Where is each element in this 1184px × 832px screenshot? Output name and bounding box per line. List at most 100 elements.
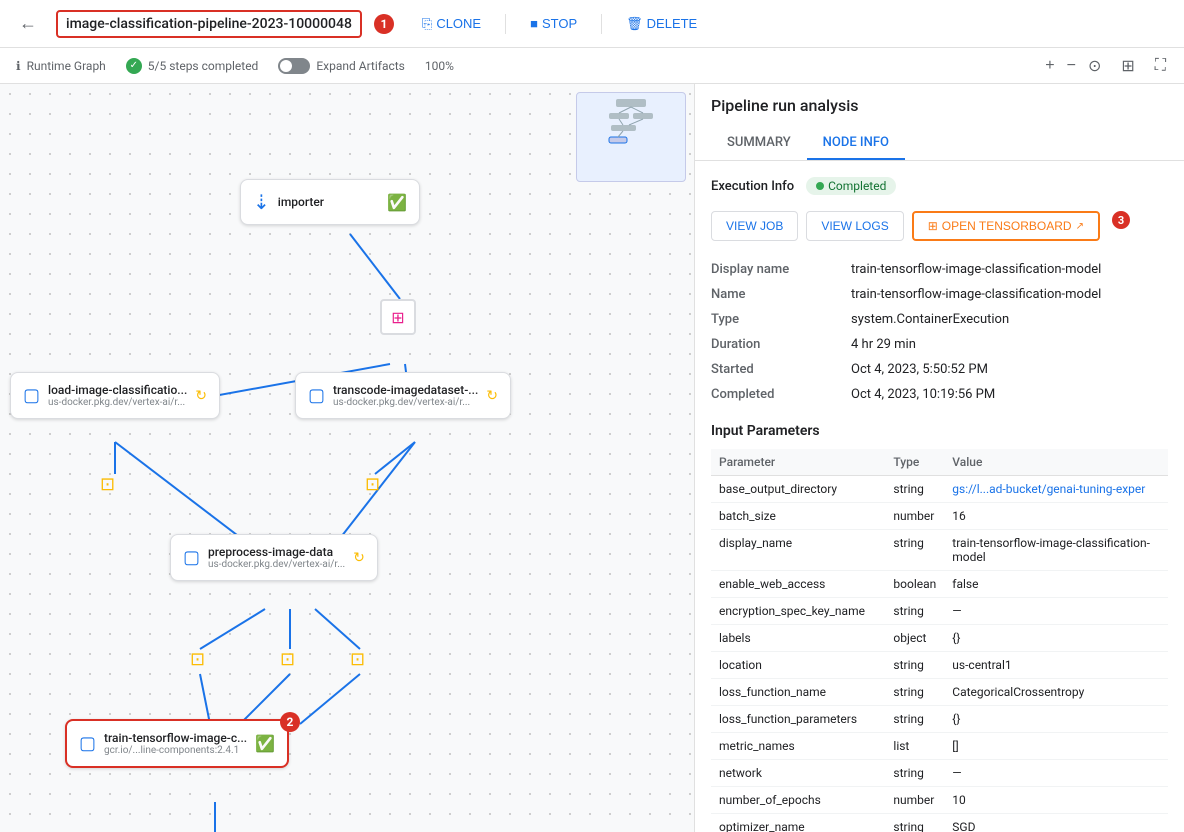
param-value: 16 xyxy=(944,503,1168,530)
main-layout: ⇣ importer ✅ ⊞ ▢ load-image-classificati… xyxy=(0,84,1184,832)
expand-artifacts-item[interactable]: Expand Artifacts xyxy=(278,58,405,74)
col-value: Value xyxy=(944,449,1168,476)
status-dot xyxy=(816,182,824,190)
preprocess-icon: ▢ xyxy=(183,547,200,568)
execution-info: Execution Info Completed xyxy=(711,177,1168,195)
param-row: loss_function_namestringCategoricalCross… xyxy=(711,679,1168,706)
artifact-pre-3: ⊡ xyxy=(350,649,365,670)
param-row: display_namestringtrain-tensorflow-image… xyxy=(711,530,1168,571)
param-value: 10 xyxy=(944,787,1168,814)
open-tensorboard-button[interactable]: ⊞ OPEN TENSORBOARD ↗ xyxy=(912,211,1100,241)
param-name: base_output_directory xyxy=(711,476,885,503)
grid-view-button[interactable]: ⊞ xyxy=(1119,54,1136,78)
clone-icon: ⎘ xyxy=(422,16,432,32)
stop-icon: ■ xyxy=(530,16,538,31)
importer-node[interactable]: ⇣ importer ✅ xyxy=(240,179,420,225)
param-name: number_of_epochs xyxy=(711,787,885,814)
clone-button[interactable]: ⎘ CLONE xyxy=(414,12,489,36)
badge-2: 2 xyxy=(280,712,300,732)
stop-button[interactable]: ■ STOP xyxy=(522,12,585,35)
action-buttons: VIEW JOB VIEW LOGS ⊞ OPEN TENSORBOARD ↗ … xyxy=(711,211,1168,241)
param-row: loss_function_parametersstring{} xyxy=(711,706,1168,733)
param-name: location xyxy=(711,652,885,679)
artifact-pre-2-icon: ⊡ xyxy=(280,649,295,670)
param-name: network xyxy=(711,760,885,787)
transcode-refresh-icon: ↻ xyxy=(486,388,498,404)
tab-summary[interactable]: SUMMARY xyxy=(711,127,807,160)
param-row: locationstringus-central1 xyxy=(711,652,1168,679)
train-check-icon: ✅ xyxy=(255,734,275,753)
view-logs-button[interactable]: VIEW LOGS xyxy=(806,211,903,241)
artifact-pre-1: ⊡ xyxy=(190,649,205,670)
detail-name: Name train-tensorflow-image-classificati… xyxy=(711,282,1168,307)
info-icon: ℹ xyxy=(16,59,21,73)
divider xyxy=(601,14,602,34)
steps-completed-item: ✓ 5/5 steps completed xyxy=(126,58,259,74)
back-button[interactable]: ← xyxy=(12,8,44,40)
param-type: object xyxy=(885,625,944,652)
artifact-load-icon: ⊡ xyxy=(100,474,115,495)
importer-download-icon: ⇣ xyxy=(253,190,270,214)
mini-map[interactable] xyxy=(576,92,686,182)
view-job-button[interactable]: VIEW JOB xyxy=(711,211,798,241)
status-badge: Completed xyxy=(806,177,896,195)
transcode-node[interactable]: ▢ transcode-imagedataset-... us-docker.p… xyxy=(295,372,511,419)
param-name: loss_function_parameters xyxy=(711,706,885,733)
param-type: string xyxy=(885,814,944,832)
preprocess-node[interactable]: ▢ preprocess-image-data us-docker.pkg.de… xyxy=(170,534,378,581)
zoom-out-button[interactable]: − xyxy=(1065,55,1078,77)
zoom-in-button[interactable]: + xyxy=(1043,55,1056,77)
param-value: false xyxy=(944,571,1168,598)
steps-check-icon: ✓ xyxy=(126,58,142,74)
train-title: train-tensorflow-image-c... xyxy=(104,731,247,745)
param-type: list xyxy=(885,733,944,760)
delete-button[interactable]: 🗑 DELETE xyxy=(618,12,705,36)
load-node[interactable]: ▢ load-image-classificatio... us-docker.… xyxy=(10,372,220,419)
transcode-subtitle: us-docker.pkg.dev/vertex-ai/r... xyxy=(333,397,478,408)
param-value: — xyxy=(944,598,1168,625)
param-name: metric_names xyxy=(711,733,885,760)
detail-completed: Completed Oct 4, 2023, 10:19:56 PM xyxy=(711,382,1168,407)
importer-check-icon: ✅ xyxy=(387,193,407,212)
train-node[interactable]: ▢ train-tensorflow-image-c... gcr.io/...… xyxy=(65,719,289,768)
train-subtitle: gcr.io/...line-components:2.4.1 xyxy=(104,745,247,756)
exec-info-label: Execution Info xyxy=(711,179,794,194)
zoom-level: 100% xyxy=(425,59,454,73)
param-value[interactable]: gs://l...ad-bucket/genai-tuning-exper xyxy=(944,476,1168,503)
param-type: string xyxy=(885,679,944,706)
params-table: Parameter Type Value base_output_directo… xyxy=(711,449,1168,832)
right-panel-header: Pipeline run analysis SUMMARY NODE INFO xyxy=(695,84,1184,161)
param-type: boolean xyxy=(885,571,944,598)
param-name: optimizer_name xyxy=(711,814,885,832)
input-params-title: Input Parameters xyxy=(711,423,1168,439)
right-panel-title: Pipeline run analysis xyxy=(711,96,1168,115)
zoom-reset-button[interactable]: ⊙ xyxy=(1086,54,1103,78)
tab-node-info[interactable]: NODE INFO xyxy=(807,127,905,160)
transcode-title: transcode-imagedataset-... xyxy=(333,383,478,397)
preprocess-title: preprocess-image-data xyxy=(208,545,345,559)
badge-3: 3 xyxy=(1112,211,1130,229)
fullscreen-button[interactable]: ⛶ xyxy=(1153,55,1168,77)
load-refresh-icon: ↻ xyxy=(195,388,207,404)
param-value: us-central1 xyxy=(944,652,1168,679)
mini-map-svg xyxy=(581,97,681,177)
importer-title: importer xyxy=(278,195,324,209)
detail-display-name: Display name train-tensorflow-image-clas… xyxy=(711,257,1168,282)
pipeline-canvas[interactable]: ⇣ importer ✅ ⊞ ▢ load-image-classificati… xyxy=(0,84,694,832)
zoom-controls: + − ⊙ ⊞ ⛶ xyxy=(1043,54,1168,78)
param-value: {} xyxy=(944,625,1168,652)
connector-icon: ⊞ xyxy=(391,308,404,327)
preprocess-subtitle: us-docker.pkg.dev/vertex-ai/r... xyxy=(208,559,345,570)
params-header-row: Parameter Type Value xyxy=(711,449,1168,476)
param-row: batch_sizenumber16 xyxy=(711,503,1168,530)
artifact-transcode-icon: ⊡ xyxy=(365,474,380,495)
param-type: string xyxy=(885,760,944,787)
badge-1: 1 xyxy=(374,14,394,34)
details-table: Display name train-tensorflow-image-clas… xyxy=(711,257,1168,407)
artifact-load: ⊡ xyxy=(100,474,115,495)
param-name: display_name xyxy=(711,530,885,571)
top-bar: ← image-classification-pipeline-2023-100… xyxy=(0,0,1184,48)
artifact-transcode: ⊡ xyxy=(365,474,380,495)
param-name: loss_function_name xyxy=(711,679,885,706)
expand-artifacts-toggle[interactable] xyxy=(278,58,310,74)
